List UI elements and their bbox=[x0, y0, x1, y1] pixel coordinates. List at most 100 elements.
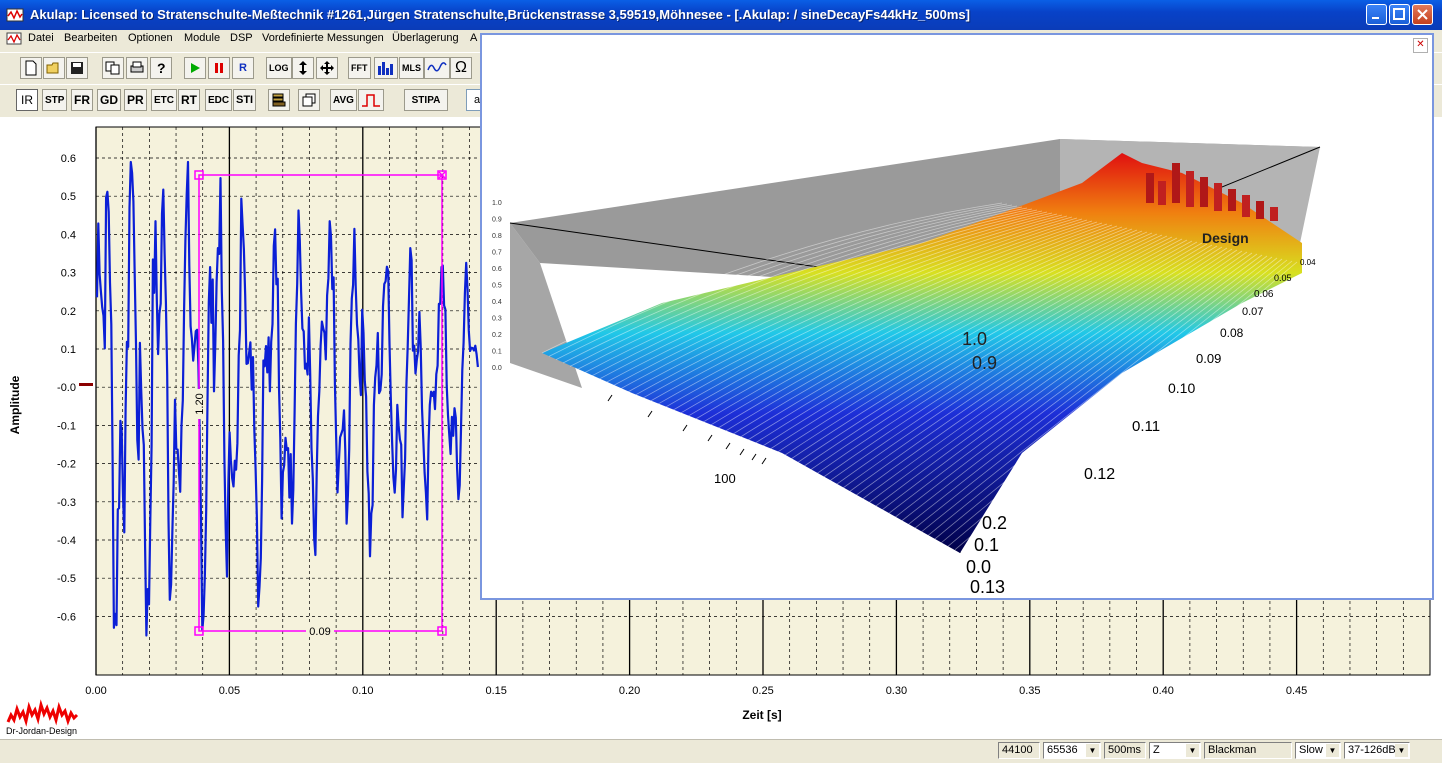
maximize-icon bbox=[1393, 8, 1405, 20]
minimize-button[interactable] bbox=[1366, 4, 1387, 25]
front-tick-label: 0.1 bbox=[974, 535, 999, 555]
range-dropdown[interactable]: 37-126dB ▼ bbox=[1344, 742, 1410, 759]
menu-ueberlagerung[interactable]: Überlagerung bbox=[392, 32, 459, 44]
spectrum-button[interactable] bbox=[374, 57, 398, 79]
x-tick-label: 0.10 bbox=[352, 685, 373, 697]
y-tick-label: -0.6 bbox=[57, 611, 76, 623]
x-tick-label: 0.40 bbox=[1152, 685, 1173, 697]
waterfall-plot: Design 1.00.90.80.70.60.50.40.30.20.10.0… bbox=[492, 139, 1321, 597]
amplitude-axis: 1.0 0.9 0.8 0.7 0.6 0.5 0.4 0.3 0.2 0.1 0.0 bbox=[492, 200, 502, 372]
time-tick-label: 0.05 bbox=[1274, 273, 1292, 283]
pause-button[interactable] bbox=[208, 57, 230, 79]
close-button[interactable] bbox=[1412, 4, 1433, 25]
pause-icon bbox=[215, 63, 223, 73]
waterfall-close-button[interactable]: ✕ bbox=[1413, 38, 1428, 53]
menu-bearbeiten[interactable]: Bearbeiten bbox=[64, 32, 117, 44]
move-arrows-icon bbox=[320, 61, 334, 75]
stp-button[interactable]: STP bbox=[42, 89, 68, 111]
menu-dsp[interactable]: DSP bbox=[230, 32, 253, 44]
avg-button[interactable]: AVG bbox=[330, 89, 357, 111]
fr-button[interactable]: FR bbox=[71, 89, 93, 111]
amplitude-tick-label: 0.7 bbox=[492, 250, 502, 257]
waveform-button[interactable] bbox=[424, 57, 450, 79]
time-tick-label: 0.07 bbox=[1242, 306, 1263, 318]
time-tick-label: 0.06 bbox=[1254, 289, 1274, 300]
y-tick-label: 0.6 bbox=[61, 153, 76, 165]
edc-button[interactable]: EDC bbox=[205, 89, 233, 111]
y-tick-label: 0.2 bbox=[61, 306, 76, 318]
y-tick-label: -0.2 bbox=[57, 459, 76, 471]
stipa-button[interactable]: STIPA bbox=[404, 89, 448, 111]
amplitude-tick-label: 0.2 bbox=[492, 332, 502, 339]
copy-icon bbox=[105, 61, 120, 75]
chevron-down-icon: ▼ bbox=[1395, 744, 1408, 757]
sti-button[interactable]: STI bbox=[233, 89, 257, 111]
y-tick-label: 0.4 bbox=[61, 229, 76, 241]
weighting-dropdown[interactable]: Z ▼ bbox=[1149, 742, 1201, 759]
copy-button[interactable] bbox=[102, 57, 124, 79]
time-tick-label: 0.09 bbox=[1196, 351, 1221, 366]
x-axis-label: Zeit [s] bbox=[742, 708, 781, 722]
save-button[interactable] bbox=[66, 57, 88, 79]
y-tick-label: 0.3 bbox=[61, 268, 76, 280]
menu-datei[interactable]: Datei bbox=[28, 32, 54, 44]
menu-vordefinierte-messungen[interactable]: Vordefinierte Messungen bbox=[262, 32, 384, 44]
help-icon: ? bbox=[157, 60, 166, 76]
amplitude-tick-label: 0.5 bbox=[492, 283, 502, 290]
menu-more[interactable]: A bbox=[470, 32, 477, 44]
time-tick-label: 0.04 bbox=[1300, 258, 1316, 267]
play-icon bbox=[191, 63, 200, 73]
amplitude-tick-label: 1.0 bbox=[492, 200, 502, 207]
app-icon[interactable] bbox=[6, 6, 24, 24]
selection-width-label: 0.09 bbox=[309, 626, 330, 638]
new-button[interactable] bbox=[20, 57, 42, 79]
menu-optionen[interactable]: Optionen bbox=[128, 32, 173, 44]
logo-text: Dr-Jordan-Design bbox=[6, 726, 78, 736]
mls-button[interactable]: MLS bbox=[399, 57, 424, 79]
amplitude-tick-label: 0.6 bbox=[492, 266, 502, 273]
etc-button[interactable]: ETC bbox=[151, 89, 177, 111]
x-tick-label: 0.30 bbox=[886, 685, 907, 697]
gd-button[interactable]: GD bbox=[97, 89, 121, 111]
log-button[interactable]: LOG bbox=[266, 57, 292, 79]
svg-text:?: ? bbox=[157, 60, 166, 76]
amplitude-tick-label: 0.0 bbox=[492, 365, 502, 372]
amplitude-tick-label: 0.4 bbox=[492, 299, 502, 306]
vertical-zoom-button[interactable] bbox=[292, 57, 314, 79]
document-icon[interactable] bbox=[6, 31, 22, 47]
minimize-icon bbox=[1372, 17, 1379, 19]
fftsize-dropdown[interactable]: 65536 ▼ bbox=[1043, 742, 1101, 759]
save-icon bbox=[71, 62, 83, 74]
waterfall-window[interactable]: ✕ Design 1.0 0.9 0.8 0.7 0.6 0.5 0.4 0.3… bbox=[480, 33, 1434, 600]
waveform-icon bbox=[427, 62, 447, 72]
time-tick-label: 0.11 bbox=[1132, 418, 1160, 435]
x-tick-label: 0.15 bbox=[485, 685, 506, 697]
windows-button[interactable] bbox=[298, 89, 320, 111]
y-tick-label: -0.5 bbox=[57, 573, 76, 585]
run-button[interactable]: R bbox=[232, 57, 254, 79]
help-button[interactable]: ? bbox=[150, 57, 172, 79]
play-button[interactable] bbox=[184, 57, 206, 79]
impedance-button[interactable]: Ω bbox=[450, 57, 472, 79]
pr-button[interactable]: PR bbox=[124, 89, 147, 111]
y-tick-label: 0.1 bbox=[61, 344, 76, 356]
menu-module[interactable]: Module bbox=[184, 32, 220, 44]
vertical-arrows-icon bbox=[299, 61, 307, 75]
rt-button[interactable]: RT bbox=[178, 89, 200, 111]
amplitude-tick-label: 0.8 bbox=[492, 233, 502, 240]
front-tick-label: 0.0 bbox=[966, 557, 991, 577]
move-button[interactable] bbox=[316, 57, 338, 79]
speed-dropdown[interactable]: Slow ▼ bbox=[1295, 742, 1341, 759]
ir-button[interactable]: IR bbox=[16, 89, 38, 111]
x-tick-label: 0.00 bbox=[85, 685, 106, 697]
print-button[interactable] bbox=[126, 57, 148, 79]
maximize-button[interactable] bbox=[1389, 4, 1410, 25]
title-bar: Akulap: Licensed to Stratenschulte-Meßte… bbox=[0, 0, 1442, 30]
watermark: Design bbox=[1202, 230, 1249, 246]
new-file-icon bbox=[25, 60, 37, 76]
pulse-button[interactable] bbox=[358, 89, 384, 111]
depth-label-1: 1.0 bbox=[962, 329, 987, 349]
fft-button[interactable]: FFT bbox=[348, 57, 371, 79]
open-button[interactable] bbox=[43, 57, 65, 79]
overlay-button[interactable] bbox=[268, 89, 290, 111]
